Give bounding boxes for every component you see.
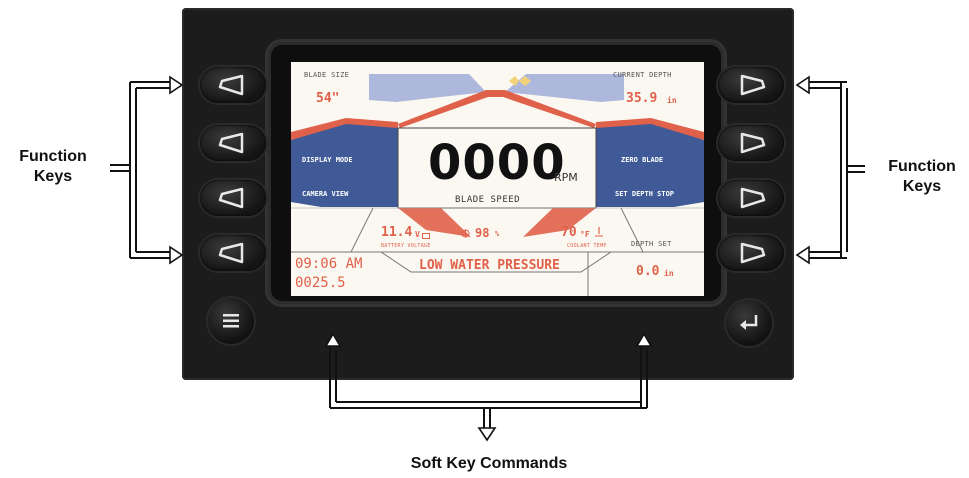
right-function-keys-line-1: Function [888,158,956,175]
current-depth-value: 35.9 [626,91,658,106]
menu-button[interactable] [208,298,254,344]
battery-unit: V [415,230,420,239]
right-function-key-3[interactable] [718,180,784,216]
coolant-value: 70 [561,225,577,240]
device-figure: BLADE SIZE 54" CURRENT DEPTH 35.9 in DIS… [0,0,969,478]
menu-set-depth-stop[interactable]: SET DEPTH STOP [615,190,674,198]
right-function-keys-line-2: Keys [902,178,942,195]
right-function-key-4[interactable] [718,235,784,271]
fuel-icon [461,229,470,238]
menu-camera-view[interactable]: CAMERA VIEW [302,190,348,198]
right-triangle-icon [740,242,766,264]
battery-icon [422,233,430,239]
clock-time: 09:06 AM [295,256,363,272]
depth-set-unit: in [664,269,674,278]
menu-icon [223,314,239,328]
left-function-keys-label: Function Keys [8,147,98,187]
left-triangle-icon [218,242,244,264]
coolant-unit: °F [580,230,590,239]
depth-set-title: DEPTH SET [631,240,672,248]
fuel-value: 98 [475,226,490,240]
left-function-key-2[interactable] [200,125,266,161]
soft-key-commands-label: Soft Key Commands [410,455,568,472]
battery-value: 11.4 [381,225,413,240]
blade-size-value: 54" [316,91,340,106]
lcd-screen: BLADE SIZE 54" CURRENT DEPTH 35.9 in DIS… [291,62,704,296]
menu-display-mode[interactable]: DISPLAY MODE [302,156,353,164]
depth-set-value: 0.0 [636,264,660,279]
left-triangle-icon [218,132,244,154]
blade-speed-label: BLADE SPEED [455,195,521,205]
logo-icon [509,76,531,86]
enter-icon [740,315,758,330]
alert-message: LOW WATER PRESSURE [419,258,560,273]
left-triangle-icon [218,187,244,209]
right-triangle-icon [740,74,766,96]
left-triangle-icon [218,74,244,96]
left-function-key-4[interactable] [200,235,266,271]
right-function-key-1[interactable] [718,67,784,103]
right-function-keys-label: Function Keys [878,157,966,197]
right-triangle-icon [740,187,766,209]
right-triangle-icon [740,132,766,154]
enter-button[interactable] [726,300,772,346]
fuel-unit: % [495,230,500,238]
left-function-key-3[interactable] [200,180,266,216]
left-function-keys-line-1: Function [19,148,87,165]
thermometer-icon [595,227,603,237]
engine-hours: 0025.5 [295,275,346,291]
current-depth-title: CURRENT DEPTH [613,71,672,79]
rpm-unit: RPM [554,171,578,184]
current-depth-unit: in [667,96,677,105]
left-function-key-1[interactable] [200,67,266,103]
menu-zero-blade[interactable]: ZERO BLADE [621,156,663,164]
left-function-keys-line-2: Keys [33,168,73,185]
blade-size-title: BLADE SIZE [304,71,350,79]
coolant-label: COOLANT TEMP [567,243,607,249]
right-function-key-2[interactable] [718,125,784,161]
battery-label: BATTERY VOLTAGE [381,243,431,249]
rpm-value: 0000 [428,135,566,191]
